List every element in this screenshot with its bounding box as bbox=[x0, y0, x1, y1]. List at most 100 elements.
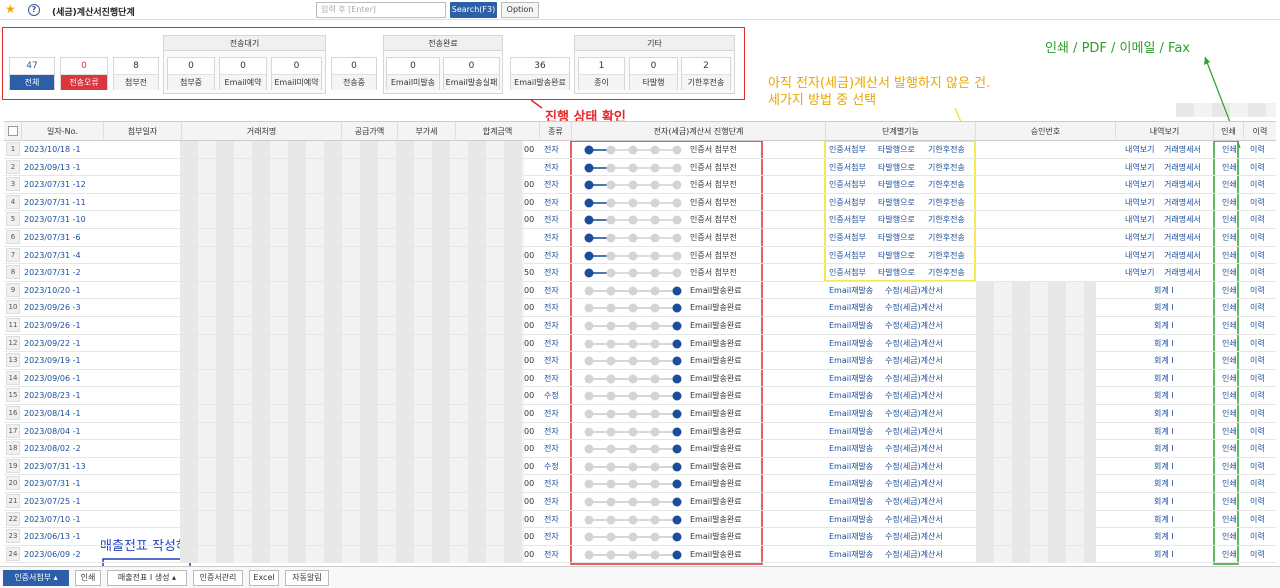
func-link-2[interactable]: 타발행으로 bbox=[878, 264, 915, 281]
table-row[interactable]: 14 2023/09/06 -1 00 전자 Email발송완료 Email재발송 수정(세… bbox=[4, 369, 1276, 388]
history-link[interactable]: 이력 bbox=[1250, 335, 1265, 352]
type-link[interactable]: 전자 bbox=[544, 211, 559, 228]
detail-link[interactable]: 회계 I bbox=[1154, 475, 1174, 492]
print-link[interactable]: 인쇄 bbox=[1222, 405, 1237, 422]
detail-link[interactable]: 회계 I bbox=[1154, 458, 1174, 475]
func-link-2[interactable]: 타발행으로 bbox=[878, 211, 915, 228]
table-row[interactable]: 3 2023/07/31 -12 00 전자 인증서 첨부전 인증서첨부 타발행으로 기한후전… bbox=[4, 176, 1276, 194]
date-link[interactable]: 2023/06/09 -2 bbox=[24, 546, 81, 563]
print-link[interactable]: 인쇄 bbox=[1222, 493, 1237, 510]
history-link[interactable]: 이력 bbox=[1250, 440, 1265, 457]
print-link[interactable]: 인쇄 bbox=[1222, 387, 1237, 404]
date-link[interactable]: 2023/08/23 -1 bbox=[24, 387, 81, 404]
table-row[interactable]: 24 2023/06/09 -2 00 전자 Email발송완료 Email재발송 수정(세… bbox=[4, 545, 1276, 564]
history-link[interactable]: 이력 bbox=[1250, 247, 1265, 264]
col-total[interactable]: 합계금액 bbox=[456, 122, 540, 141]
statement-link[interactable]: 거래명세서 bbox=[1164, 211, 1201, 228]
func-link-1[interactable]: Email재발송 bbox=[829, 458, 873, 475]
table-row[interactable]: 9 2023/10/20 -1 00 전자 Email발송완료 Email재발송 수정(세금… bbox=[4, 281, 1276, 300]
print-link[interactable]: 인쇄 bbox=[1222, 511, 1237, 528]
func-link-2[interactable]: 수정(세금)계산서 bbox=[885, 317, 943, 334]
date-link[interactable]: 2023/09/22 -1 bbox=[24, 335, 81, 352]
date-link[interactable]: 2023/07/31 -4 bbox=[24, 247, 81, 264]
history-link[interactable]: 이력 bbox=[1250, 229, 1265, 246]
col-func[interactable]: 단계별기능 bbox=[826, 122, 976, 141]
table-row[interactable]: 16 2023/08/14 -1 00 전자 Email발송완료 Email재발송 수정(세… bbox=[4, 405, 1276, 423]
func-link-2[interactable]: 수정(세금)계산서 bbox=[885, 440, 943, 457]
func-link-1[interactable]: 인증서첨부 bbox=[829, 141, 866, 158]
col-supply[interactable]: 공급가액 bbox=[342, 122, 398, 141]
detail-link[interactable]: 회계 I bbox=[1154, 511, 1174, 528]
table-row[interactable]: 20 2023/07/31 -1 00 전자 Email발송완료 Email재발송 수정(세… bbox=[4, 475, 1276, 493]
func-link-1[interactable]: Email재발송 bbox=[829, 475, 873, 492]
date-link[interactable]: 2023/09/26 -1 bbox=[24, 317, 81, 334]
detail-link[interactable]: 회계 I bbox=[1154, 335, 1174, 352]
func-link-1[interactable]: Email재발송 bbox=[829, 440, 873, 457]
type-link[interactable]: 수정 bbox=[544, 458, 559, 475]
detail-link[interactable]: 회계 I bbox=[1154, 282, 1174, 299]
history-link[interactable]: 이력 bbox=[1250, 458, 1265, 475]
date-link[interactable]: 2023/09/26 -3 bbox=[24, 299, 81, 316]
func-link-2[interactable]: 타발행으로 bbox=[878, 229, 915, 246]
type-link[interactable]: 수정 bbox=[544, 387, 559, 404]
detail-link[interactable]: 회계 I bbox=[1154, 546, 1174, 563]
func-link-1[interactable]: Email재발송 bbox=[829, 405, 873, 422]
cert-management-button[interactable]: 인증서관리 bbox=[193, 570, 243, 586]
func-link-3[interactable]: 기한후전송 bbox=[928, 264, 965, 281]
date-link[interactable]: 2023/07/31 -12 bbox=[24, 176, 86, 193]
func-link-1[interactable]: Email재발송 bbox=[829, 528, 873, 545]
func-link-2[interactable]: 수정(세금)계산서 bbox=[885, 546, 943, 563]
table-row[interactable]: 21 2023/07/25 -1 00 전자 Email발송완료 Email재발송 수정(세… bbox=[4, 493, 1276, 511]
table-row[interactable]: 22 2023/07/10 -1 00 전자 Email발송완료 Email재발송 수정(세… bbox=[4, 510, 1276, 529]
statement-link[interactable]: 거래명세서 bbox=[1164, 141, 1201, 158]
func-link-2[interactable]: 타발행으로 bbox=[878, 194, 915, 211]
col-detail[interactable]: 내역보기 bbox=[1116, 122, 1214, 141]
type-link[interactable]: 전자 bbox=[544, 299, 559, 316]
func-link-1[interactable]: Email재발송 bbox=[829, 370, 873, 387]
history-link[interactable]: 이력 bbox=[1250, 352, 1265, 369]
func-link-1[interactable]: 인증서첨부 bbox=[829, 176, 866, 193]
col-print[interactable]: 인쇄 bbox=[1214, 122, 1244, 141]
print-link[interactable]: 인쇄 bbox=[1222, 475, 1237, 492]
statement-link[interactable]: 거래명세서 bbox=[1164, 176, 1201, 193]
func-link-2[interactable]: 타발행으로 bbox=[878, 247, 915, 264]
type-link[interactable]: 전자 bbox=[544, 317, 559, 334]
func-link-3[interactable]: 기한후전송 bbox=[928, 194, 965, 211]
func-link-2[interactable]: 수정(세금)계산서 bbox=[885, 370, 943, 387]
type-link[interactable]: 전자 bbox=[544, 528, 559, 545]
type-link[interactable]: 전자 bbox=[544, 335, 559, 352]
func-link-3[interactable]: 기한후전송 bbox=[928, 229, 965, 246]
func-link-2[interactable]: 수정(세금)계산서 bbox=[885, 475, 943, 492]
date-link[interactable]: 2023/06/13 -1 bbox=[24, 528, 81, 545]
func-link-1[interactable]: Email재발송 bbox=[829, 493, 873, 510]
date-link[interactable]: 2023/08/14 -1 bbox=[24, 405, 81, 422]
type-link[interactable]: 전자 bbox=[544, 405, 559, 422]
detail-link[interactable]: 회계 I bbox=[1154, 493, 1174, 510]
statement-link[interactable]: 거래명세서 bbox=[1164, 194, 1201, 211]
func-link-2[interactable]: 수정(세금)계산서 bbox=[885, 458, 943, 475]
print-link[interactable]: 인쇄 bbox=[1222, 458, 1237, 475]
table-row[interactable]: 7 2023/07/31 -4 00 전자 인증서 첨부전 인증서첨부 타발행으로 기한후전송… bbox=[4, 246, 1276, 265]
col-attach-date[interactable]: 첨부일자 bbox=[104, 122, 182, 141]
col-vat[interactable]: 부가세 bbox=[398, 122, 456, 141]
detail-link[interactable]: 내역보기 bbox=[1125, 264, 1154, 281]
func-link-1[interactable]: 인증서첨부 bbox=[829, 229, 866, 246]
history-link[interactable]: 이력 bbox=[1250, 546, 1265, 563]
type-link[interactable]: 전자 bbox=[544, 546, 559, 563]
detail-link[interactable]: 내역보기 bbox=[1125, 159, 1154, 176]
print-link[interactable]: 인쇄 bbox=[1222, 370, 1237, 387]
date-link[interactable]: 2023/07/31 -13 bbox=[24, 458, 86, 475]
table-row[interactable]: 10 2023/09/26 -3 00 전자 Email발송완료 Email재발송 수정(세… bbox=[4, 299, 1276, 317]
history-link[interactable]: 이력 bbox=[1250, 370, 1265, 387]
table-row[interactable]: 2 2023/09/13 -1 전자 인증서 첨부전 인증서첨부 타발행으로 기한후전송 내역… bbox=[4, 158, 1276, 177]
func-link-1[interactable]: Email재발송 bbox=[829, 299, 873, 316]
table-row[interactable]: 12 2023/09/22 -1 00 전자 Email발송완료 Email재발송 수정(세… bbox=[4, 334, 1276, 353]
date-link[interactable]: 2023/10/20 -1 bbox=[24, 282, 81, 299]
date-link[interactable]: 2023/08/04 -1 bbox=[24, 423, 81, 440]
print-link[interactable]: 인쇄 bbox=[1222, 211, 1237, 228]
history-link[interactable]: 이력 bbox=[1250, 511, 1265, 528]
detail-link[interactable]: 회계 I bbox=[1154, 528, 1174, 545]
detail-link[interactable]: 내역보기 bbox=[1125, 211, 1154, 228]
print-link[interactable]: 인쇄 bbox=[1222, 141, 1237, 158]
func-link-1[interactable]: 인증서첨부 bbox=[829, 211, 866, 228]
